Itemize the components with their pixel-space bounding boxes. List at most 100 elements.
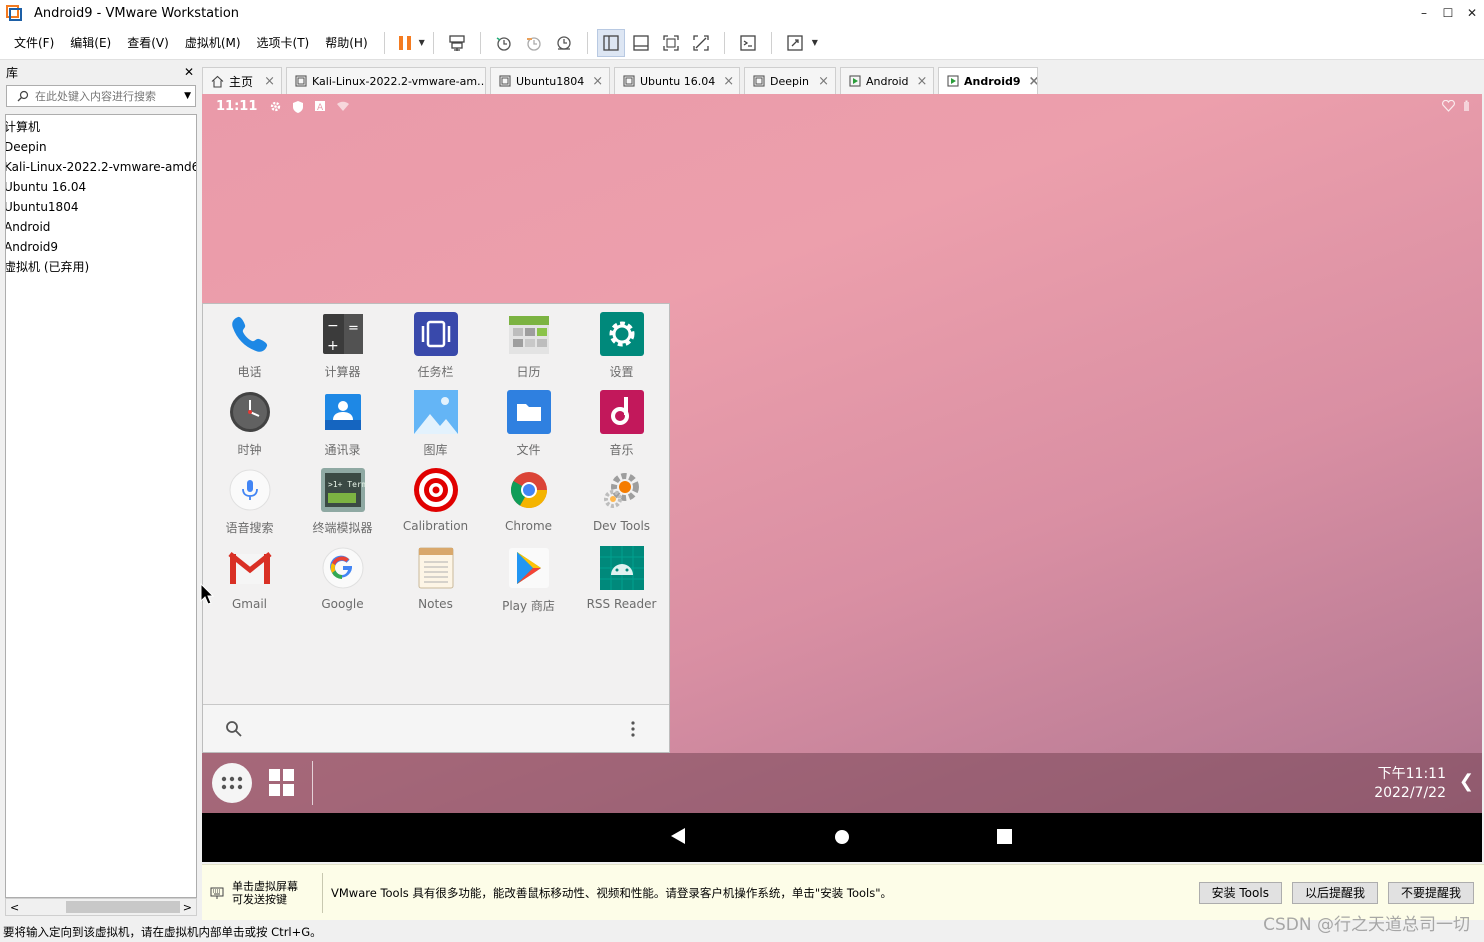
app-google[interactable]: Google bbox=[296, 545, 389, 611]
tab-label: Android bbox=[866, 74, 909, 88]
library-search[interactable]: ▼ bbox=[6, 85, 196, 107]
app-phone[interactable]: 电话 bbox=[203, 311, 296, 380]
menu-view[interactable]: 查看(V) bbox=[119, 34, 177, 51]
tab-close-icon[interactable]: × bbox=[1021, 74, 1038, 89]
snapshot-manager-button[interactable] bbox=[550, 29, 578, 57]
back-icon[interactable] bbox=[670, 827, 686, 845]
close-window-button[interactable]: ✕ bbox=[1460, 0, 1484, 26]
chrome-icon bbox=[510, 472, 547, 509]
apps-dots-icon bbox=[221, 776, 243, 790]
app-music[interactable]: 音乐 bbox=[575, 389, 668, 458]
library-horizontal-scrollbar[interactable]: < > bbox=[5, 898, 197, 916]
all-apps-button[interactable] bbox=[212, 763, 252, 803]
vm-icon bbox=[753, 75, 765, 87]
click-hint: 单击虚拟屏幕 可发送按键 bbox=[232, 879, 298, 906]
tab-kali[interactable]: Kali-Linux-2022.2-vmware-am… × bbox=[286, 67, 486, 94]
tab-ubuntu1604[interactable]: Ubuntu 16.04 × bbox=[614, 67, 740, 94]
app-dev-tools[interactable]: Dev Tools bbox=[575, 467, 668, 533]
recents-square-icon[interactable] bbox=[997, 829, 1012, 844]
app-settings[interactable]: 设置 bbox=[575, 311, 668, 380]
app-gallery[interactable]: 图库 bbox=[389, 389, 482, 458]
google-icon bbox=[322, 547, 363, 589]
tab-label: Ubuntu 16.04 bbox=[640, 74, 716, 88]
tab-android[interactable]: Android × bbox=[840, 67, 934, 94]
app-calculator[interactable]: − = + 计算器 bbox=[296, 311, 389, 380]
search-dropdown-icon[interactable]: ▼ bbox=[184, 91, 191, 101]
tools-message: VMware Tools 具有很多功能，能改善鼠标移动性、视频和性能。请登录客户… bbox=[331, 885, 892, 900]
search-icon[interactable] bbox=[225, 720, 243, 738]
recent-grid-icon[interactable] bbox=[268, 768, 296, 798]
tab-close-icon[interactable]: × bbox=[256, 74, 275, 89]
vm-screen[interactable]: 11:11 A 电话 − = + 计算器 任务栏 日历 设置 时钟 通讯录 图库… bbox=[202, 94, 1482, 862]
home-circle-icon[interactable] bbox=[834, 829, 850, 845]
vm-icon bbox=[295, 75, 307, 87]
thumbnail-bar-button[interactable] bbox=[627, 29, 655, 57]
status-bar: 要将输入定向到该虚拟机，请在虚拟机内部单击或按 Ctrl+G。 bbox=[0, 922, 1484, 942]
app-calendar[interactable]: 日历 bbox=[482, 311, 575, 380]
full-screen-button[interactable] bbox=[657, 29, 685, 57]
stretch-view-button[interactable] bbox=[781, 29, 809, 57]
app-rss-reader[interactable]: RSS Reader bbox=[575, 545, 668, 611]
tab-close-icon[interactable]: × bbox=[909, 74, 928, 89]
library-search-input[interactable] bbox=[35, 89, 175, 103]
tree-item-android[interactable]: Android bbox=[6, 217, 196, 237]
tree-item-ubuntu1604[interactable]: Ubuntu 16.04 bbox=[6, 177, 196, 197]
show-library-button[interactable] bbox=[596, 28, 625, 57]
revert-snapshot-button[interactable] bbox=[520, 29, 548, 57]
tab-close-icon[interactable]: × bbox=[715, 74, 734, 89]
menu-vm[interactable]: 虚拟机(M) bbox=[177, 34, 249, 51]
stretch-dropdown-icon[interactable]: ▼ bbox=[812, 38, 818, 47]
menu-tabs[interactable]: 选项卡(T) bbox=[249, 34, 318, 51]
library-title: 库 bbox=[6, 65, 19, 80]
tree-item-computer[interactable]: 计算机 bbox=[6, 117, 196, 137]
taskbar-clock[interactable]: 下午11:11 2022/7/22 bbox=[1374, 765, 1446, 803]
app-contacts[interactable]: 通讯录 bbox=[296, 389, 389, 458]
tree-item-deepin[interactable]: Deepin bbox=[6, 137, 196, 157]
pause-button[interactable] bbox=[394, 29, 416, 57]
files-icon bbox=[506, 390, 551, 434]
app-terminal[interactable]: >1+ Term 终端模拟器 bbox=[296, 467, 389, 536]
console-view-button[interactable] bbox=[734, 29, 762, 57]
collapse-chevron-icon[interactable]: ❮ bbox=[1459, 771, 1474, 792]
tab-close-icon[interactable]: × bbox=[584, 74, 603, 89]
more-options-icon[interactable] bbox=[631, 720, 635, 737]
minimize-button[interactable]: – bbox=[1412, 0, 1436, 26]
scroll-thumb[interactable] bbox=[66, 901, 180, 913]
settings-icon bbox=[599, 312, 644, 356]
app-calibration[interactable]: Calibration bbox=[389, 467, 482, 533]
tab-android9[interactable]: Android9 × bbox=[938, 67, 1038, 94]
install-tools-button[interactable]: 安装 Tools bbox=[1198, 881, 1282, 904]
app-notes[interactable]: Notes bbox=[389, 545, 482, 611]
tree-item-deprecated-vm[interactable]: 虚拟机 (已弃用) bbox=[6, 257, 196, 277]
scroll-right-arrow[interactable]: > bbox=[183, 901, 192, 914]
app-play-store[interactable]: Play 商店 bbox=[482, 545, 575, 614]
svg-text:A: A bbox=[317, 103, 324, 112]
tab-home[interactable]: 主页 × bbox=[202, 67, 282, 94]
snapshot-button[interactable] bbox=[490, 29, 518, 57]
pause-dropdown-icon[interactable]: ▼ bbox=[419, 38, 425, 47]
tab-deepin[interactable]: Deepin × bbox=[744, 67, 836, 94]
dev-tools-icon bbox=[603, 473, 639, 508]
app-clock[interactable]: 时钟 bbox=[203, 389, 296, 458]
app-voice-search[interactable]: 语音搜索 bbox=[203, 467, 296, 536]
app-gmail[interactable]: Gmail bbox=[203, 545, 296, 611]
app-taskbar[interactable]: 任务栏 bbox=[389, 311, 482, 380]
tree-item-android9[interactable]: Android9 bbox=[6, 237, 196, 257]
close-library-button[interactable]: ✕ bbox=[184, 65, 194, 79]
tree-item-ubuntu1804[interactable]: Ubuntu1804 bbox=[6, 197, 196, 217]
tab-close-icon[interactable]: × bbox=[810, 74, 829, 89]
never-remind-button[interactable]: 不要提醒我 bbox=[1387, 881, 1474, 904]
menu-help[interactable]: 帮助(H) bbox=[317, 34, 375, 51]
scroll-left-arrow[interactable]: < bbox=[10, 901, 19, 914]
tab-ubuntu1804[interactable]: Ubuntu1804 × bbox=[490, 67, 610, 94]
menu-file[interactable]: 文件(F) bbox=[6, 34, 62, 51]
remind-later-button[interactable]: 以后提醒我 bbox=[1291, 881, 1378, 904]
send-ctrl-alt-del-button[interactable] bbox=[443, 29, 471, 57]
drawer-search-bar[interactable] bbox=[203, 704, 669, 752]
menu-edit[interactable]: 编辑(E) bbox=[62, 34, 119, 51]
unity-mode-button[interactable] bbox=[687, 29, 715, 57]
tree-item-kali[interactable]: Kali-Linux-2022.2-vmware-amd64 bbox=[6, 157, 196, 177]
app-chrome[interactable]: Chrome bbox=[482, 467, 575, 533]
app-files[interactable]: 文件 bbox=[482, 389, 575, 458]
maximize-button[interactable]: ☐ bbox=[1436, 0, 1460, 26]
